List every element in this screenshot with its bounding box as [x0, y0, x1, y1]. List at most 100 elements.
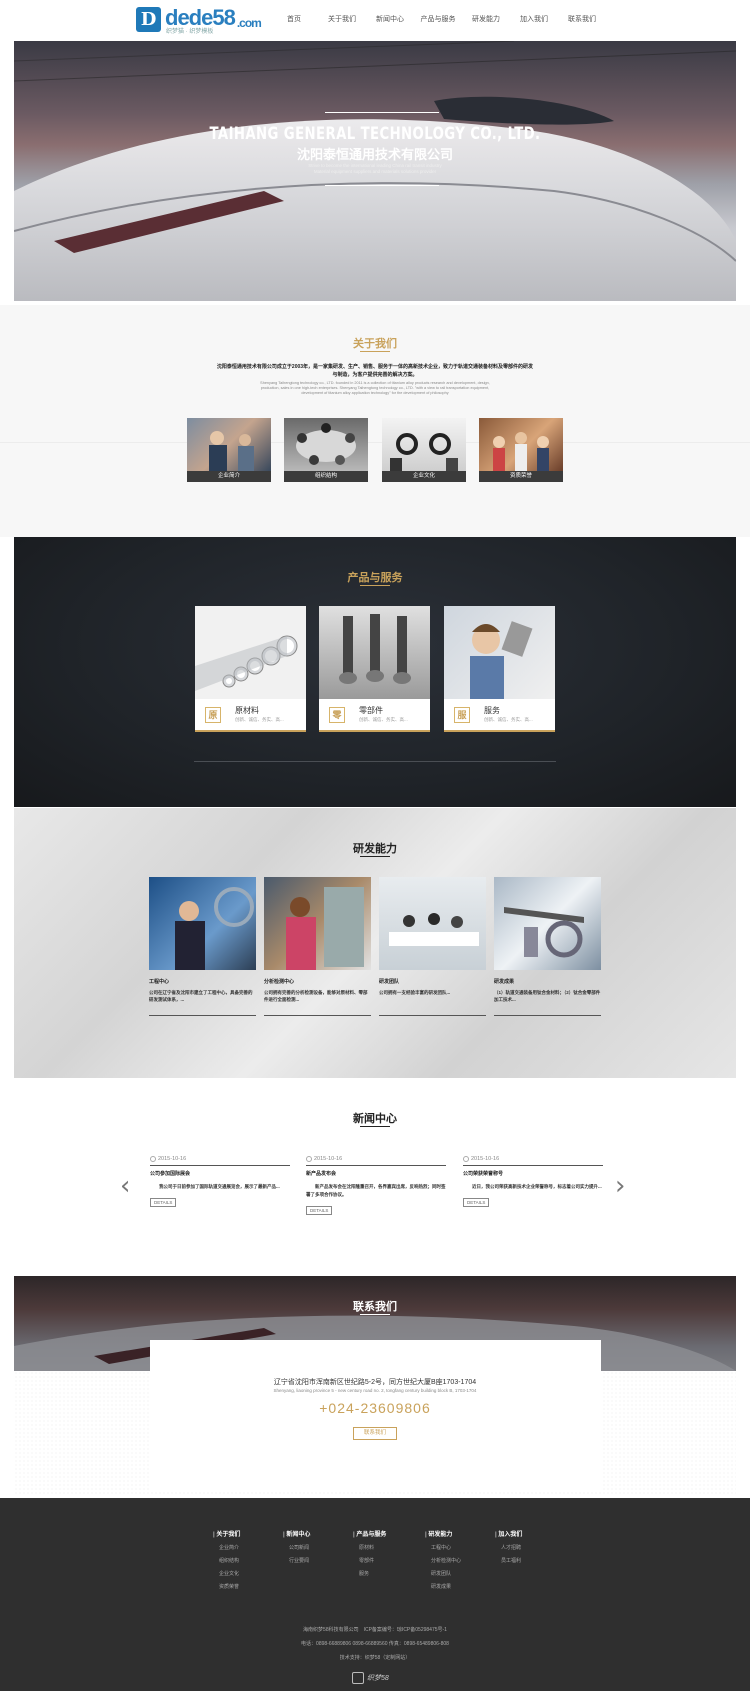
footer: 关于我们 企业简介 组织结构 企业文化 资质荣誉 新闻中心 公司新闻 行业要闻 …: [0, 1498, 750, 1691]
footer-column-about: 关于我们 企业简介 组织结构 企业文化 资质荣誉: [213, 1529, 240, 1590]
research-card-rule: [264, 1015, 371, 1016]
products-divider: [194, 761, 556, 762]
footer-link[interactable]: 服务: [353, 1570, 386, 1577]
footer-link[interactable]: 原材料: [353, 1544, 386, 1551]
about-card-photo: [284, 418, 368, 471]
footer-column-title[interactable]: 加入我们: [495, 1529, 522, 1538]
news-date: 2015-10-16: [150, 1156, 290, 1162]
news-rule: [463, 1165, 603, 1166]
news-details-button[interactable]: DETAILS: [306, 1206, 333, 1215]
research-card-title: 研发团队: [379, 979, 400, 985]
footer-column-title[interactable]: 关于我们: [213, 1529, 240, 1538]
research-card-results[interactable]: 研发成果 （1）轨道交通装备用钛合金材料；（2）钛合金零部件加工技术...: [494, 877, 601, 1016]
news-next-arrow-icon[interactable]: ›: [615, 1173, 625, 1199]
news-item-title[interactable]: 公司参加国际展会: [150, 1170, 290, 1177]
news-item[interactable]: 2015-10-16 新产品发布会 新产品发布会在沈阳隆重召开，各界嘉宾出席，反…: [306, 1156, 446, 1217]
product-icon: 零: [329, 707, 345, 723]
footer-column-title[interactable]: 研发能力: [425, 1529, 461, 1538]
footer-column-title[interactable]: 新闻中心: [283, 1529, 310, 1538]
footer-link[interactable]: 研发团队: [425, 1570, 461, 1577]
nav-join[interactable]: 加入我们: [510, 14, 558, 24]
footer-link[interactable]: 工程中心: [425, 1544, 461, 1551]
news-item[interactable]: 2015-10-16 公司荣获荣誉称号 近日，我公司荣获高新技术企业荣誉称号，标…: [463, 1156, 603, 1209]
footer-link[interactable]: 公司新闻: [283, 1544, 310, 1551]
footer-link[interactable]: 人才招聘: [495, 1544, 522, 1551]
news-title-underline: [360, 1126, 390, 1127]
clock-icon: [463, 1156, 469, 1162]
footer-column-join: 加入我们 人才招聘 员工福利: [495, 1529, 522, 1564]
footer-link[interactable]: 企业简介: [213, 1544, 240, 1551]
research-card-analysis[interactable]: 分析检测中心 公司拥有完善的分析检测设备，能够对原材料、零部件进行全面检测...: [264, 877, 371, 1016]
footer-column-news: 新闻中心 公司新闻 行业要闻: [283, 1529, 310, 1564]
footer-copyright: 海南织梦58科技有限公司 ICP备案编号：琼ICP备05298475号-1: [303, 1627, 447, 1633]
nav-contact[interactable]: 联系我们: [558, 14, 606, 24]
hero-title-cn: 沈阳泰恒通用技术有限公司: [296, 147, 453, 162]
footer-link[interactable]: 行业要闻: [283, 1557, 310, 1564]
research-section: 研发能力 工程中心 公司在辽宁省及沈阳市建立了工程中心，具备完善的研发测试体系，…: [14, 808, 736, 1078]
news-prev-arrow-icon[interactable]: ‹: [120, 1173, 130, 1199]
footer-column-research: 研发能力 工程中心 分析检测中心 研发团队 研发成果: [425, 1529, 461, 1590]
product-icon: 服: [454, 707, 470, 723]
products-title-underline: [360, 585, 390, 586]
research-photo: [379, 877, 486, 970]
hero-tagline-1: Strive to become the international leadi…: [308, 163, 442, 168]
footer-link[interactable]: 分析检测中心: [425, 1557, 461, 1564]
nav-research[interactable]: 研发能力: [462, 14, 510, 24]
footer-link[interactable]: 研发成果: [425, 1583, 461, 1590]
news-date: 2015-10-16: [306, 1156, 446, 1162]
footer-link[interactable]: 员工福利: [495, 1557, 522, 1564]
research-card-title: 研发成果: [494, 979, 515, 985]
product-icon: 原: [205, 707, 221, 723]
footer-link[interactable]: 零部件: [353, 1557, 386, 1564]
product-desc: 创新、诚信、务实、高...: [359, 717, 408, 722]
about-card-label: 企业文化: [382, 471, 466, 482]
about-card-profile[interactable]: 企业简介: [187, 418, 271, 482]
research-card-team[interactable]: 研发团队 公司拥有一支经验丰富的研发团队...: [379, 877, 486, 1016]
news-rule: [306, 1165, 446, 1166]
nav-about[interactable]: 关于我们: [318, 14, 366, 24]
product-photo-pipes: [195, 606, 306, 699]
nav-products[interactable]: 产品与服务: [414, 14, 462, 24]
news-item[interactable]: 2015-10-16 公司参加国际展会 我公司于日前参加了国际轨道交通展览会，展…: [150, 1156, 290, 1209]
hero-tagline-2: Material equipment suppliers and materia…: [313, 169, 437, 174]
contact-title-underline: [360, 1314, 390, 1315]
product-card-service[interactable]: 服 服务 创新、诚信、务实、高...: [444, 606, 555, 732]
nav-news[interactable]: 新闻中心: [366, 14, 414, 24]
news-item-title[interactable]: 公司荣获荣誉称号: [463, 1170, 603, 1177]
footer-column-title[interactable]: 产品与服务: [353, 1529, 386, 1538]
hero-bottom-rule: [325, 185, 439, 186]
contact-address-en: Shenyang, liaoning province 5 - new cent…: [273, 1388, 477, 1393]
hero-title-en: TAIHANG GENERAL TECHNOLOGY CO., LTD.: [209, 124, 541, 144]
research-card-rule: [149, 1015, 256, 1016]
hero-top-rule: [325, 112, 439, 113]
research-card-title: 工程中心: [149, 979, 170, 985]
research-card-title: 分析检测中心: [264, 979, 295, 985]
footer-phone-line: 电话：0898-66889806 0898-66889560 传真：0898-6…: [301, 1641, 449, 1647]
product-photo-service: [444, 606, 555, 699]
footer-link[interactable]: 企业文化: [213, 1570, 240, 1577]
footer-support[interactable]: 技术支持：织梦58（定制网站）: [0, 1654, 750, 1661]
research-photo: [149, 877, 256, 970]
products-title: 产品与服务: [347, 572, 403, 584]
research-photo: [494, 877, 601, 970]
footer-link[interactable]: 资质荣誉: [213, 1583, 240, 1590]
site-logo[interactable]: D dede58 .com 织梦猫 · 织梦模板: [136, 6, 262, 35]
news-details-button[interactable]: DETAILS: [463, 1198, 490, 1207]
about-card-structure[interactable]: 组织结构: [284, 418, 368, 482]
nav-home[interactable]: 首页: [270, 14, 318, 24]
about-card-photo: [479, 418, 563, 471]
research-card-desc: 公司在辽宁省及沈阳市建立了工程中心，具备完善的研发测试体系，...: [149, 990, 253, 1002]
about-card-culture[interactable]: 企业文化: [382, 418, 466, 482]
about-card-label: 企业简介: [187, 471, 271, 482]
about-card-honors[interactable]: 资质荣誉: [479, 418, 563, 482]
news-section: 新闻中心 ‹ › 2015-10-16 公司参加国际展会 我公司于日前参加了国际…: [0, 1078, 750, 1276]
footer-link[interactable]: 组织结构: [213, 1557, 240, 1564]
clock-icon: [306, 1156, 312, 1162]
news-details-button[interactable]: DETAILS: [150, 1198, 177, 1207]
news-item-title[interactable]: 新产品发布会: [306, 1170, 446, 1177]
contact-us-button[interactable]: 联系我们: [353, 1427, 397, 1440]
product-card-parts[interactable]: 零 零部件 创新、诚信、务实、高...: [319, 606, 430, 732]
research-card-engineering[interactable]: 工程中心 公司在辽宁省及沈阳市建立了工程中心，具备完善的研发测试体系，...: [149, 877, 256, 1016]
product-card-raw-material[interactable]: 原 原材料 创新、诚信、务实、高...: [195, 606, 306, 732]
about-title: 关于我们: [353, 338, 397, 350]
